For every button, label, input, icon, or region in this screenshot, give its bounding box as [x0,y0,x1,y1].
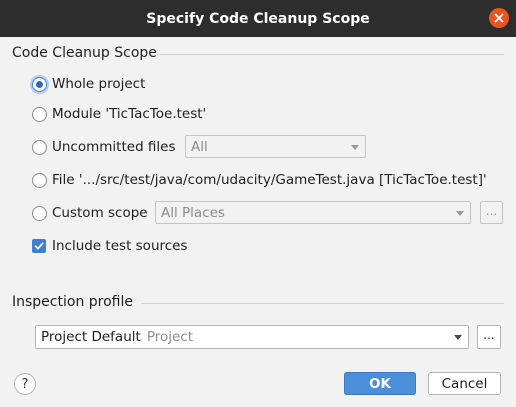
browse-label: ... [485,203,498,218]
select-value: All Places [161,204,225,221]
profile-section-divider [141,303,504,304]
inspection-profile-select[interactable]: Project Default Project [35,325,469,349]
scope-section-divider [157,54,504,55]
checkbox-label: Include test sources [52,238,188,254]
scope-section-title: Code Cleanup Scope [12,45,157,61]
radio-label: Whole project [52,76,146,92]
dialog-title: Specify Code Cleanup Scope [146,10,370,27]
help-icon: ? [21,376,29,392]
include-test-sources-checkbox[interactable]: Include test sources [32,235,188,257]
chevron-down-icon [351,145,359,150]
radio-label: Module 'TicTacToe.test' [52,106,207,122]
radio-button[interactable] [32,139,47,155]
ok-button[interactable]: OK [344,372,416,395]
custom-scope-select[interactable]: All Places [155,201,471,224]
close-button[interactable] [489,8,509,28]
radio-label: Custom scope [52,205,148,221]
help-button[interactable]: ? [14,373,36,395]
radio-uncommitted-files[interactable]: Uncommitted files [32,136,176,158]
radio-current-file[interactable]: File '.../src/test/java/com/udacity/Game… [32,169,487,191]
select-value: All [191,138,208,155]
checkbox[interactable] [32,239,46,253]
profile-name: Project Default [41,329,141,345]
cancel-button[interactable]: Cancel [428,372,501,395]
profile-section-title: Inspection profile [12,294,133,310]
radio-custom-scope[interactable]: Custom scope [32,202,148,224]
radio-label: Uncommitted files [52,139,176,155]
uncommitted-files-select[interactable]: All [185,135,366,158]
radio-button[interactable] [32,205,47,221]
radio-module[interactable]: Module 'TicTacToe.test' [32,103,206,125]
profile-browse-button[interactable]: ... [477,325,501,349]
title-bar: Specify Code Cleanup Scope [0,0,516,37]
chevron-down-icon [454,335,462,340]
radio-button[interactable] [32,76,47,92]
cleanup-scope-dialog: Specify Code Cleanup Scope Code Cleanup … [0,0,516,407]
custom-scope-browse-button[interactable]: ... [480,201,503,224]
close-icon [494,13,504,23]
radio-label: File '.../src/test/java/com/udacity/Game… [52,172,487,188]
browse-label: ... [483,328,495,342]
chevron-down-icon [456,211,464,216]
radio-button[interactable] [32,172,47,188]
radio-whole-project[interactable]: Whole project [32,73,145,95]
profile-scope-hint: Project [146,329,194,345]
checkmark-icon [34,242,44,250]
radio-button[interactable] [32,106,47,122]
